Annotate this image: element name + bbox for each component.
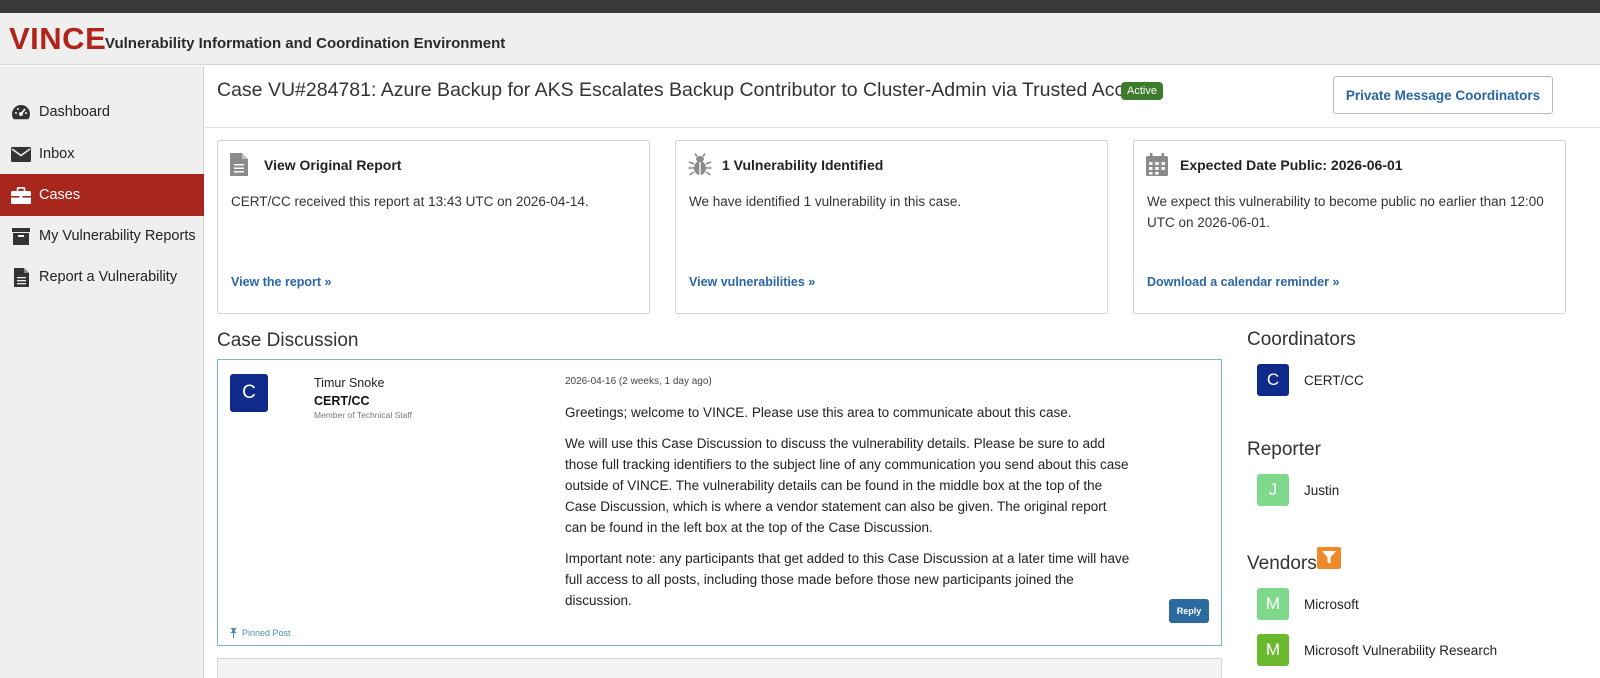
reporter-entry[interactable]: J Justin bbox=[1257, 474, 1339, 506]
app-tagline: Vulnerability Information and Coordinati… bbox=[105, 35, 506, 52]
next-post-edge bbox=[217, 658, 1222, 678]
avatar: C bbox=[1257, 364, 1289, 396]
reply-button[interactable]: Reply bbox=[1169, 599, 1209, 623]
vendor-name: Microsoft Vulnerability Research bbox=[1304, 642, 1498, 658]
sidebar-item-inbox[interactable]: Inbox bbox=[0, 133, 204, 175]
document-icon bbox=[11, 267, 31, 287]
sidebar-item-label: Inbox bbox=[39, 146, 75, 162]
view-report-link[interactable]: View the report » bbox=[231, 275, 332, 289]
avatar: J bbox=[1257, 474, 1289, 506]
vulnerabilities-box: 1 Vulnerability Identified We have ident… bbox=[675, 140, 1108, 314]
vendors-title: Vendors bbox=[1247, 553, 1317, 574]
infobox-title: Expected Date Public: 2026-06-01 bbox=[1180, 157, 1403, 173]
reporter-name: Justin bbox=[1304, 482, 1340, 498]
view-vulnerabilities-link[interactable]: View vulnerabilities » bbox=[689, 275, 815, 289]
sidebar-item-label: Cases bbox=[39, 187, 81, 203]
calendar-reminder-link[interactable]: Download a calendar reminder » bbox=[1147, 275, 1339, 289]
vendor-entry[interactable]: M Microsoft bbox=[1257, 588, 1359, 620]
post-timestamp: 2026-04-16 (2 weeks, 1 day ago) bbox=[565, 376, 712, 387]
case-header: Case VU#284781: Azure Backup for AKS Esc… bbox=[205, 66, 1600, 128]
sidebar-item-label: Dashboard bbox=[39, 104, 110, 120]
status-badge: Active bbox=[1121, 82, 1163, 100]
infobox-title: View Original Report bbox=[264, 157, 402, 173]
main-content: Case VU#284781: Azure Backup for AKS Esc… bbox=[205, 66, 1600, 678]
avatar: M bbox=[1257, 588, 1289, 620]
briefcase-icon bbox=[11, 185, 31, 205]
infobox-body: We expect this vulnerability to become p… bbox=[1147, 194, 1544, 230]
envelope-icon bbox=[11, 144, 31, 164]
sidebar-item-my-vulnerability-reports[interactable]: My Vulnerability Reports bbox=[0, 215, 204, 257]
discussion-post: C Timur Snoke CERT/CC Member of Technica… bbox=[217, 359, 1222, 646]
post-paragraph: We will use this Case Discussion to disc… bbox=[565, 436, 1129, 535]
sidebar-item-report-vulnerability[interactable]: Report a Vulnerability bbox=[0, 256, 204, 298]
vendor-name: Microsoft bbox=[1304, 596, 1359, 612]
infobox-title: 1 Vulnerability Identified bbox=[722, 157, 884, 173]
pinned-text: Pinned Post bbox=[242, 628, 291, 638]
window-top-strip bbox=[0, 0, 1600, 13]
avatar: M bbox=[1257, 634, 1289, 666]
post-paragraph: Important note: any participants that ge… bbox=[565, 551, 1130, 608]
pin-icon bbox=[230, 628, 237, 638]
post-author: Timur Snoke bbox=[314, 376, 385, 390]
page-title: Case VU#284781: Azure Backup for AKS Esc… bbox=[217, 79, 1155, 101]
sidebar: Dashboard Inbox Cases My Vulnerability R… bbox=[0, 66, 204, 678]
infobox-body: CERT/CC received this report at 13:43 UT… bbox=[231, 194, 589, 209]
post-message: Greetings; welcome to VINCE. Please use … bbox=[565, 402, 1130, 621]
reporter-title: Reporter bbox=[1247, 439, 1321, 460]
pinned-post-label: Pinned Post bbox=[230, 628, 291, 638]
archive-box-icon bbox=[11, 226, 31, 246]
sidebar-item-label: My Vulnerability Reports bbox=[39, 228, 196, 244]
avatar: C bbox=[230, 374, 268, 412]
post-role: Member of Technical Staff bbox=[314, 410, 412, 420]
expected-date-box: Expected Date Public: 2026-06-01 We expe… bbox=[1133, 140, 1566, 314]
sidebar-item-dashboard[interactable]: Dashboard bbox=[0, 91, 204, 133]
vendor-entry[interactable]: M Microsoft Vulnerability Research bbox=[1257, 634, 1497, 666]
vince-logo[interactable]: VINCE bbox=[9, 21, 106, 57]
bug-icon bbox=[688, 153, 712, 177]
coordinator-name: CERT/CC bbox=[1304, 372, 1364, 388]
sidebar-item-label: Report a Vulnerability bbox=[39, 269, 178, 285]
infobox-body: We have identified 1 vulnerability in th… bbox=[689, 194, 962, 209]
document-icon bbox=[230, 153, 252, 177]
filter-icon[interactable] bbox=[1317, 547, 1341, 569]
coordinators-title: Coordinators bbox=[1247, 329, 1356, 350]
sidebar-item-cases[interactable]: Cases bbox=[0, 174, 204, 216]
post-paragraph: Greetings; welcome to VINCE. Please use … bbox=[565, 405, 1072, 420]
private-message-coordinators-button[interactable]: Private Message Coordinators bbox=[1333, 76, 1553, 114]
dashboard-gauge-icon bbox=[11, 102, 31, 122]
app-header: VINCE Vulnerability Information and Coor… bbox=[0, 13, 1600, 65]
original-report-box: View Original Report CERT/CC received th… bbox=[217, 140, 650, 314]
coordinator-entry[interactable]: C CERT/CC bbox=[1257, 364, 1364, 396]
post-org: CERT/CC bbox=[314, 394, 370, 408]
case-discussion-title: Case Discussion bbox=[217, 330, 359, 351]
calendar-icon bbox=[1146, 153, 1168, 177]
